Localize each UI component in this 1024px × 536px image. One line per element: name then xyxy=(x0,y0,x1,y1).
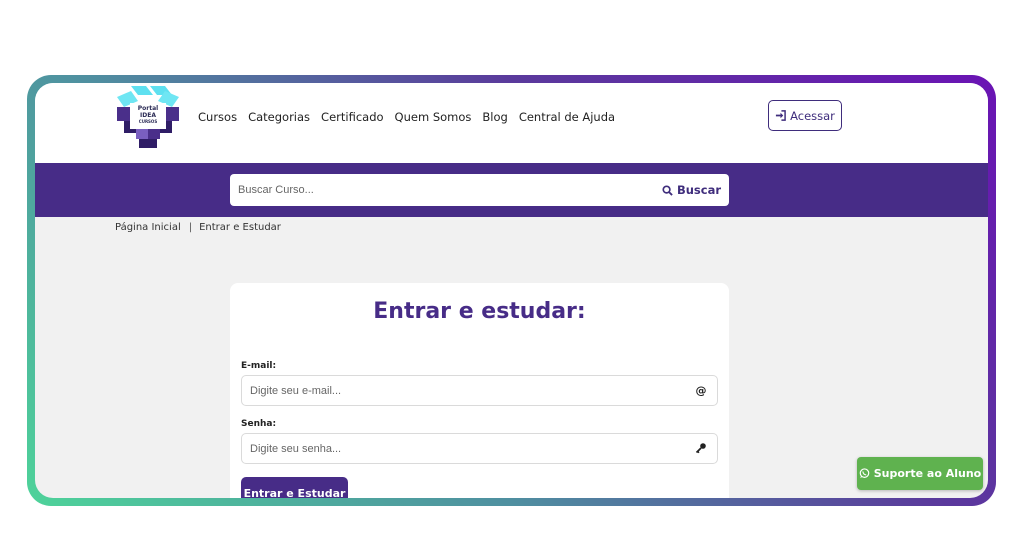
site-header: Portal IDEA CURSOS Cursos Categorias Cer… xyxy=(35,83,988,163)
search-button-label: Buscar xyxy=(676,183,721,197)
search-icon xyxy=(662,184,673,196)
search-box: Buscar xyxy=(230,174,729,206)
breadcrumb: Página Inicial | Entrar e Estudar xyxy=(115,222,281,233)
whatsapp-icon xyxy=(859,468,870,479)
email-field: @ xyxy=(241,375,718,406)
login-title: Entrar e estudar: xyxy=(373,299,586,324)
nav-quem-somos[interactable]: Quem Somos xyxy=(395,110,472,124)
nav-blog[interactable]: Blog xyxy=(482,110,507,124)
main-nav: Cursos Categorias Certificado Quem Somos… xyxy=(198,110,615,124)
password-field xyxy=(241,433,718,464)
logo-text-line2: IDEA xyxy=(140,112,156,119)
sign-in-icon xyxy=(775,110,786,121)
decorative-gradient-frame: Portal IDEA CURSOS Cursos Categorias Cer… xyxy=(27,75,996,506)
search-input[interactable] xyxy=(230,174,650,206)
logo-text-line3: CURSOS xyxy=(138,119,158,124)
password-input[interactable] xyxy=(242,434,682,463)
nav-cursos[interactable]: Cursos xyxy=(198,110,237,124)
search-banner: Buscar xyxy=(35,163,988,217)
logo-text-line1: Portal xyxy=(137,105,159,112)
search-button[interactable]: Buscar xyxy=(662,174,721,206)
password-label: Senha: xyxy=(241,419,277,429)
breadcrumb-separator: | xyxy=(188,222,193,233)
logo-text: Portal IDEA CURSOS xyxy=(129,105,167,124)
access-button-label: Acessar xyxy=(790,108,835,123)
at-sign-icon: @ xyxy=(695,383,707,397)
breadcrumb-home[interactable]: Página Inicial xyxy=(115,222,181,233)
nav-categorias[interactable]: Categorias xyxy=(248,110,310,124)
login-submit-button[interactable]: Entrar e Estudar xyxy=(241,477,348,498)
student-support-button[interactable]: Suporte ao Aluno xyxy=(857,457,983,490)
support-button-label: Suporte ao Aluno xyxy=(873,467,982,480)
nav-central-de-ajuda[interactable]: Central de Ajuda xyxy=(519,110,615,124)
portal-idea-logo[interactable]: Portal IDEA CURSOS xyxy=(115,85,181,149)
login-card: Entrar e estudar: E-mail: @ Senha: Entra… xyxy=(230,283,729,498)
key-icon xyxy=(694,441,708,455)
browser-viewport: Portal IDEA CURSOS Cursos Categorias Cer… xyxy=(35,83,988,498)
breadcrumb-current: Entrar e Estudar xyxy=(199,222,281,233)
email-label: E-mail: xyxy=(241,361,277,371)
access-button[interactable]: Acessar xyxy=(768,100,842,131)
nav-certificado[interactable]: Certificado xyxy=(321,110,384,124)
email-input[interactable] xyxy=(242,376,682,405)
